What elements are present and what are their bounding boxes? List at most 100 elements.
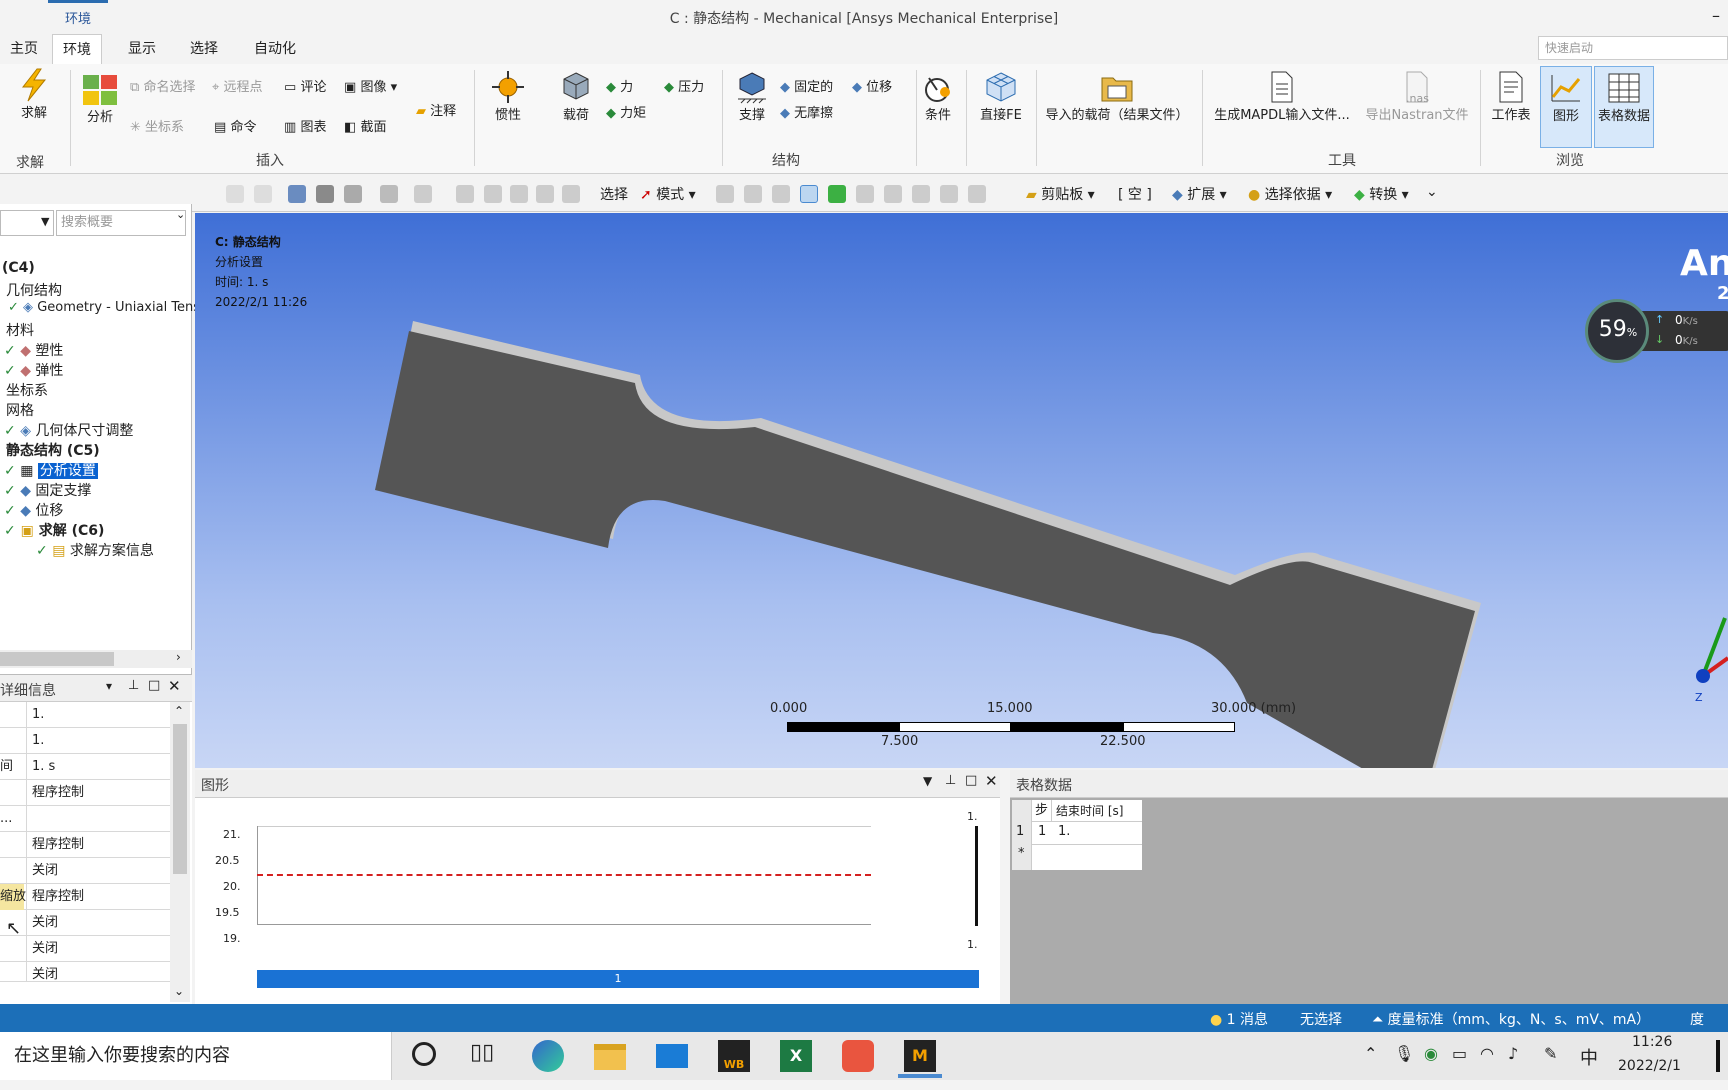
imported-load-button[interactable]: 导入的载荷（结果文件）: [1042, 70, 1192, 123]
select-by-button[interactable]: ● 选择依据 ▾: [1248, 184, 1332, 204]
vertex-select-icon[interactable]: [716, 185, 734, 203]
tree-item-plastic[interactable]: ✓ ◆ 塑性: [4, 340, 63, 360]
mail-icon[interactable]: [656, 1044, 688, 1068]
graphics-viewport[interactable]: An 2 59% ↑ 0K/s ↓ 0K/s Z 0.000 15.000 30…: [195, 213, 1728, 768]
solve-button[interactable]: 求解: [14, 68, 54, 121]
node-select-icon[interactable]: [828, 185, 846, 203]
displacement-button[interactable]: ◆ 位移: [852, 76, 892, 95]
pen-icon[interactable]: ✎: [1544, 1044, 1557, 1063]
clock-time[interactable]: 11:26: [1632, 1034, 1672, 1050]
new-row-marker[interactable]: *: [1018, 846, 1025, 861]
tree-item-analysis-settings[interactable]: ✓ ▦ 分析设置: [4, 460, 98, 480]
box-zoom-icon[interactable]: [380, 185, 398, 203]
zoom-in-icon[interactable]: [226, 185, 244, 203]
magnifier-icon[interactable]: [562, 185, 580, 203]
scroll-thumb[interactable]: [0, 652, 114, 666]
dropdown-icon[interactable]: ▼: [923, 774, 932, 788]
tree-item-mesh[interactable]: 网格: [6, 400, 34, 420]
zoom-icon[interactable]: [484, 185, 502, 203]
remote-point-button[interactable]: ⌖ 远程点: [212, 76, 262, 95]
label-icon[interactable]: [940, 185, 958, 203]
cell-end-time[interactable]: 1.: [1058, 824, 1070, 839]
outline-search-input[interactable]: 搜索概要: [56, 210, 186, 236]
section-button[interactable]: ◧ 截面: [344, 116, 386, 135]
outline-filter-dropdown[interactable]: ▼: [0, 210, 54, 236]
extend-button[interactable]: ◆ 扩展 ▾: [1172, 184, 1227, 204]
maximize-icon[interactable]: □: [965, 773, 977, 788]
shaded-view-icon[interactable]: [288, 185, 306, 203]
tab-home[interactable]: 主页: [0, 34, 48, 64]
tab-selection[interactable]: 选择: [180, 34, 228, 64]
degree-status[interactable]: 度: [1690, 1009, 1704, 1029]
time-marker[interactable]: [975, 826, 978, 926]
moment-button[interactable]: ◆ 力矩: [606, 102, 646, 121]
messages-status[interactable]: ● 1 消息: [1210, 1009, 1268, 1029]
fixed-support-button[interactable]: ◆ 固定的: [780, 76, 833, 95]
wireframe-icon[interactable]: [316, 185, 334, 203]
tree-item-geometry-part[interactable]: ✓ ◈ Geometry - Uniaxial Tens: [8, 300, 200, 315]
generate-mapdl-button[interactable]: 生成MAPDL输入文件...: [1212, 70, 1352, 123]
graphics-options-icon[interactable]: [344, 185, 362, 203]
chevron-down-icon[interactable]: ⌄: [174, 984, 184, 998]
annotation-tool-icon[interactable]: [968, 185, 986, 203]
scroll-thumb[interactable]: [173, 724, 187, 874]
support-button[interactable]: 支撑: [732, 70, 772, 123]
tree-item-model[interactable]: (C4): [2, 260, 35, 276]
tray-chevron-icon[interactable]: ⌃: [1364, 1044, 1377, 1063]
zoom-fit-icon[interactable]: [510, 185, 528, 203]
security-icon[interactable]: ◉: [1424, 1044, 1438, 1063]
workbench-icon[interactable]: WB: [718, 1040, 750, 1072]
timeline-bar[interactable]: 1: [257, 970, 979, 988]
tree-item-coordinate-systems[interactable]: 坐标系: [6, 380, 48, 400]
element-select-icon[interactable]: [856, 185, 874, 203]
dropdown-icon[interactable]: ▾: [106, 679, 112, 693]
quick-launch-input[interactable]: 快速启动: [1538, 36, 1728, 60]
tree-item-materials[interactable]: 材料: [6, 320, 34, 340]
mechanical-icon[interactable]: M: [904, 1040, 936, 1072]
tree-item-fixed-support[interactable]: ✓ ◆ 固定支撑: [4, 480, 91, 500]
graph-plot[interactable]: 21. 20.5 20. 19.5 19. 1. 1. 1: [195, 798, 1000, 1004]
inertia-button[interactable]: 惯性: [488, 70, 528, 123]
close-icon[interactable]: ✕: [985, 772, 998, 790]
excel-icon[interactable]: X: [780, 1040, 812, 1072]
battery-icon[interactable]: ▭: [1452, 1044, 1467, 1063]
minimize-icon[interactable]: –: [1712, 6, 1720, 25]
pin-icon[interactable]: ⊥: [128, 678, 139, 693]
tree-item-elastic[interactable]: ✓ ◆ 弹性: [4, 360, 63, 380]
annotation-button[interactable]: ▰ 注释: [416, 100, 456, 119]
tree-item-geometry[interactable]: 几何结构: [6, 280, 62, 300]
tree-item-solution[interactable]: ✓ ▣ 求解 (C6): [4, 520, 104, 540]
chevron-up-icon[interactable]: ⌃: [174, 704, 184, 718]
close-icon[interactable]: ✕: [168, 677, 181, 695]
command-button[interactable]: ▤ 命令: [214, 116, 256, 135]
ime-indicator[interactable]: 中: [1580, 1044, 1598, 1070]
named-selection-button[interactable]: ⧉ 命名选择: [130, 76, 195, 95]
zoom-box-icon[interactable]: [536, 185, 554, 203]
tree-item-displacement[interactable]: ✓ ◆ 位移: [4, 500, 63, 520]
tab-automation[interactable]: 自动化: [244, 34, 306, 64]
units-status[interactable]: ⏶ 度量标准（mm、kg、N、s、mV、mA）: [1372, 1009, 1650, 1029]
frictionless-button[interactable]: ◆ 无摩擦: [780, 102, 833, 121]
select-mode-button[interactable]: ➚ 模式 ▾: [640, 184, 696, 204]
cortana-icon[interactable]: [412, 1042, 436, 1066]
taskbar-search-input[interactable]: 在这里输入你要搜索的内容: [0, 1032, 392, 1080]
tree-item-solution-info[interactable]: ✓ ▤ 求解方案信息: [36, 540, 154, 560]
clock-date[interactable]: 2022/2/1: [1618, 1058, 1681, 1074]
rotate-icon[interactable]: [414, 185, 432, 203]
condition-button[interactable]: 条件: [918, 70, 958, 123]
coordinate-select-icon[interactable]: [912, 185, 930, 203]
tab-environment[interactable]: 环境: [52, 34, 102, 64]
task-view-icon[interactable]: ▯▯: [470, 1040, 494, 1065]
cell-step[interactable]: 1: [1038, 824, 1046, 839]
tree-item-body-sizing[interactable]: ✓ ◈ 几何体尺寸调整: [4, 420, 133, 440]
convert-button[interactable]: ◆ 转换 ▾: [1354, 184, 1409, 204]
analysis-button[interactable]: 分析: [80, 74, 120, 125]
edge-select-icon[interactable]: [744, 185, 762, 203]
body-select-icon[interactable]: [800, 185, 818, 203]
image-button[interactable]: ▣ 图像 ▾: [344, 76, 397, 95]
zoom-out-icon[interactable]: [254, 185, 272, 203]
direct-fe-button[interactable]: 直接FE: [974, 70, 1028, 123]
graph-toggle-button[interactable]: 图形: [1540, 66, 1592, 148]
search-options-icon[interactable]: ⌄: [176, 208, 185, 221]
tab-display[interactable]: 显示: [118, 34, 166, 64]
